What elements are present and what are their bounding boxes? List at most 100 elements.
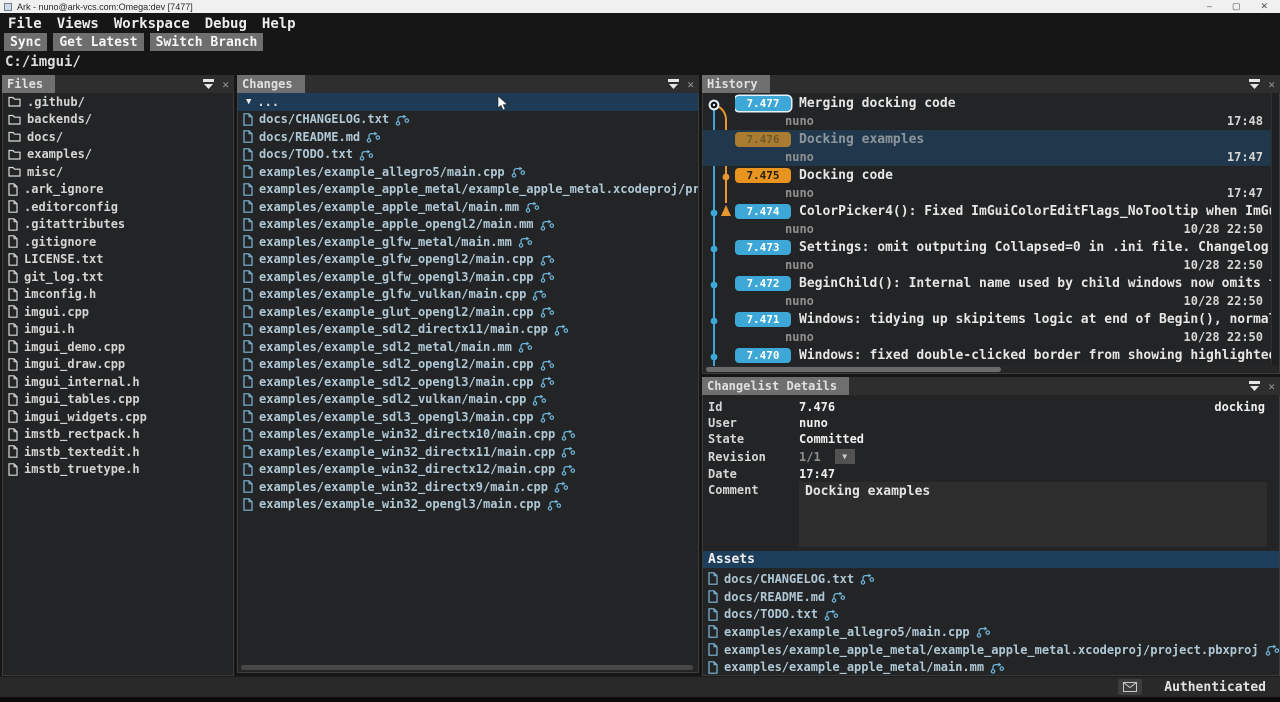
menu-item-workspace[interactable]: Workspace (114, 16, 190, 32)
chevron-down-icon[interactable]: ▼ (246, 97, 251, 107)
file-tree-item[interactable]: imstb_rectpack.h (3, 426, 233, 444)
file-icon (8, 253, 18, 266)
changed-file-row[interactable]: examples/example_sdl2_directx11/main.cpp (238, 321, 698, 339)
commit-row[interactable]: 7.476Docking examplesnuno17:47 (703, 130, 1279, 166)
file-tree-item[interactable]: .editorconfig (3, 198, 233, 216)
filter-icon[interactable] (1248, 377, 1261, 396)
changed-file-row[interactable]: examples/example_allegro5/main.cpp (238, 163, 698, 181)
changed-file-row[interactable]: examples/example_apple_opengl2/main.mm (238, 216, 698, 234)
filter-icon[interactable] (1248, 75, 1261, 94)
changelist-id-badge[interactable]: 7.471 (735, 312, 791, 327)
changed-file-row[interactable]: examples/example_sdl3_opengl3/main.cpp (238, 408, 698, 426)
file-tree-item[interactable]: imgui_demo.cpp (3, 338, 233, 356)
file-tree-item[interactable]: .github/ (3, 93, 233, 111)
file-tree-item[interactable]: examples/ (3, 146, 233, 164)
asset-file-row[interactable]: docs/README.md (703, 588, 1279, 606)
file-tree-item[interactable]: imgui_draw.cpp (3, 356, 233, 374)
file-tree-item[interactable]: imgui.h (3, 321, 233, 339)
file-tree-item[interactable]: .ark_ignore (3, 181, 233, 199)
changed-file-row[interactable]: examples/example_glfw_opengl2/main.cpp (238, 251, 698, 269)
changed-file-row[interactable]: examples/example_win32_directx11/main.cp… (238, 443, 698, 461)
filter-icon[interactable] (202, 75, 215, 94)
assets-section-header[interactable]: Assets (703, 551, 1279, 568)
changes-list: ▼...docs/CHANGELOG.txtdocs/README.mddocs… (238, 93, 698, 513)
sync-button[interactable]: Sync (4, 33, 47, 51)
menu-item-debug[interactable]: Debug (205, 16, 247, 32)
changed-file-row[interactable]: examples/example_sdl2_metal/main.mm (238, 338, 698, 356)
close-panel-icon[interactable]: ✕ (1268, 79, 1275, 90)
file-tree-item[interactable]: docs/ (3, 128, 233, 146)
close-panel-icon[interactable]: ✕ (222, 79, 229, 90)
close-panel-icon[interactable]: ✕ (1268, 381, 1275, 392)
changed-file-row[interactable]: examples/example_glfw_opengl3/main.cpp (238, 268, 698, 286)
get-latest-button[interactable]: Get Latest (53, 33, 143, 51)
file-tree-item[interactable]: imconfig.h (3, 286, 233, 304)
changelist-id-badge[interactable]: 7.473 (735, 240, 791, 255)
changed-file-row[interactable]: docs/TODO.txt (238, 146, 698, 164)
changed-file-row[interactable]: examples/example_win32_opengl3/main.cpp (238, 496, 698, 514)
changed-file-row[interactable]: examples/example_win32_directx12/main.cp… (238, 461, 698, 479)
maximize-icon[interactable]: ▢ (1232, 0, 1241, 13)
switch-branch-button[interactable]: Switch Branch (150, 33, 264, 51)
changed-file-row[interactable]: examples/example_win32_directx9/main.cpp (238, 478, 698, 496)
changed-file-row[interactable]: examples/example_glfw_vulkan/main.cpp (238, 286, 698, 304)
minimize-icon[interactable]: – (1207, 0, 1212, 13)
file-tree-item[interactable]: LICENSE.txt (3, 251, 233, 269)
changed-file-row[interactable]: docs/CHANGELOG.txt (238, 111, 698, 129)
changed-file-row[interactable]: examples/example_sdl2_opengl2/main.cpp (238, 356, 698, 374)
changes-hscrollbar[interactable] (239, 664, 697, 671)
file-tree-item[interactable]: imgui_internal.h (3, 373, 233, 391)
menu-item-views[interactable]: Views (57, 16, 99, 32)
changed-file-row[interactable]: docs/README.md (238, 128, 698, 146)
commit-row[interactable]: 7.475Docking codenuno17:47 (703, 166, 1279, 202)
changelist-id-badge[interactable]: 7.477 (735, 96, 791, 111)
changes-tab[interactable]: Changes (237, 75, 305, 93)
file-tree-item[interactable]: imstb_textedit.h (3, 443, 233, 461)
changed-file-row[interactable]: examples/example_sdl2_vulkan/main.cpp (238, 391, 698, 409)
file-tree-item[interactable]: misc/ (3, 163, 233, 181)
menu-item-file[interactable]: File (8, 16, 42, 32)
file-tree-item[interactable]: .gitignore (3, 233, 233, 251)
asset-file-row[interactable]: examples/example_allegro5/main.cpp (703, 623, 1279, 641)
comment-box[interactable]: Docking examples (799, 482, 1267, 547)
changelist-id-badge[interactable]: 7.476 (735, 132, 791, 147)
file-tree-item[interactable]: backends/ (3, 111, 233, 129)
commit-row[interactable]: 7.473Settings: omit outputing Collapsed=… (703, 238, 1279, 274)
changed-file-row[interactable]: examples/example_win32_directx10/main.cp… (238, 426, 698, 444)
changed-file-row[interactable]: examples/example_apple_metal/main.mm (238, 198, 698, 216)
changelist-id-badge[interactable]: 7.472 (735, 276, 791, 291)
menu-item-help[interactable]: Help (262, 16, 296, 32)
history-tab[interactable]: History (702, 75, 770, 93)
mail-icon[interactable] (1118, 679, 1142, 695)
file-tree-item[interactable]: .gitattributes (3, 216, 233, 234)
commit-row[interactable]: 7.474ColorPicker4(): Fixed ImGuiColorEdi… (703, 202, 1279, 238)
file-tree-item[interactable]: git_log.txt (3, 268, 233, 286)
changelist-details-tab[interactable]: Changelist Details (702, 377, 849, 395)
commit-row[interactable]: 7.471Windows: tidying up skipitems logic… (703, 310, 1279, 346)
files-tab[interactable]: Files (2, 75, 55, 93)
changelist-id-badge[interactable]: 7.470 (735, 348, 791, 363)
revision-dropdown[interactable]: ▼ (835, 449, 855, 464)
changed-file-row[interactable]: examples/example_apple_metal/example_app… (238, 181, 698, 199)
asset-file-row[interactable]: examples/example_apple_metal/main.mm (703, 658, 1279, 675)
close-icon[interactable]: ✕ (1260, 0, 1268, 13)
changelist-id-badge[interactable]: 7.475 (735, 168, 791, 183)
changes-root-row[interactable]: ▼... (238, 93, 698, 111)
changed-file-row[interactable]: examples/example_sdl2_opengl3/main.cpp (238, 373, 698, 391)
changelist-id-badge[interactable]: 7.474 (735, 204, 791, 219)
commit-row[interactable]: 7.472BeginChild(): Internal name used by… (703, 274, 1279, 310)
history-vscrollbar[interactable] (1271, 93, 1279, 365)
filter-icon[interactable] (667, 75, 680, 94)
file-tree-item[interactable]: imgui_widgets.cpp (3, 408, 233, 426)
close-panel-icon[interactable]: ✕ (687, 79, 694, 90)
commit-row[interactable]: 7.477Merging docking codenuno17:48 (703, 94, 1279, 130)
changed-file-row[interactable]: examples/example_glfw_metal/main.mm (238, 233, 698, 251)
file-tree-item[interactable]: imgui.cpp (3, 303, 233, 321)
asset-file-row[interactable]: docs/CHANGELOG.txt (703, 570, 1279, 588)
file-tree-item[interactable]: imstb_truetype.h (3, 461, 233, 479)
asset-file-row[interactable]: examples/example_apple_metal/example_app… (703, 641, 1279, 659)
history-hscrollbar[interactable] (704, 366, 1278, 373)
changed-file-row[interactable]: examples/example_glut_opengl2/main.cpp (238, 303, 698, 321)
asset-file-row[interactable]: docs/TODO.txt (703, 605, 1279, 623)
file-tree-item[interactable]: imgui_tables.cpp (3, 391, 233, 409)
